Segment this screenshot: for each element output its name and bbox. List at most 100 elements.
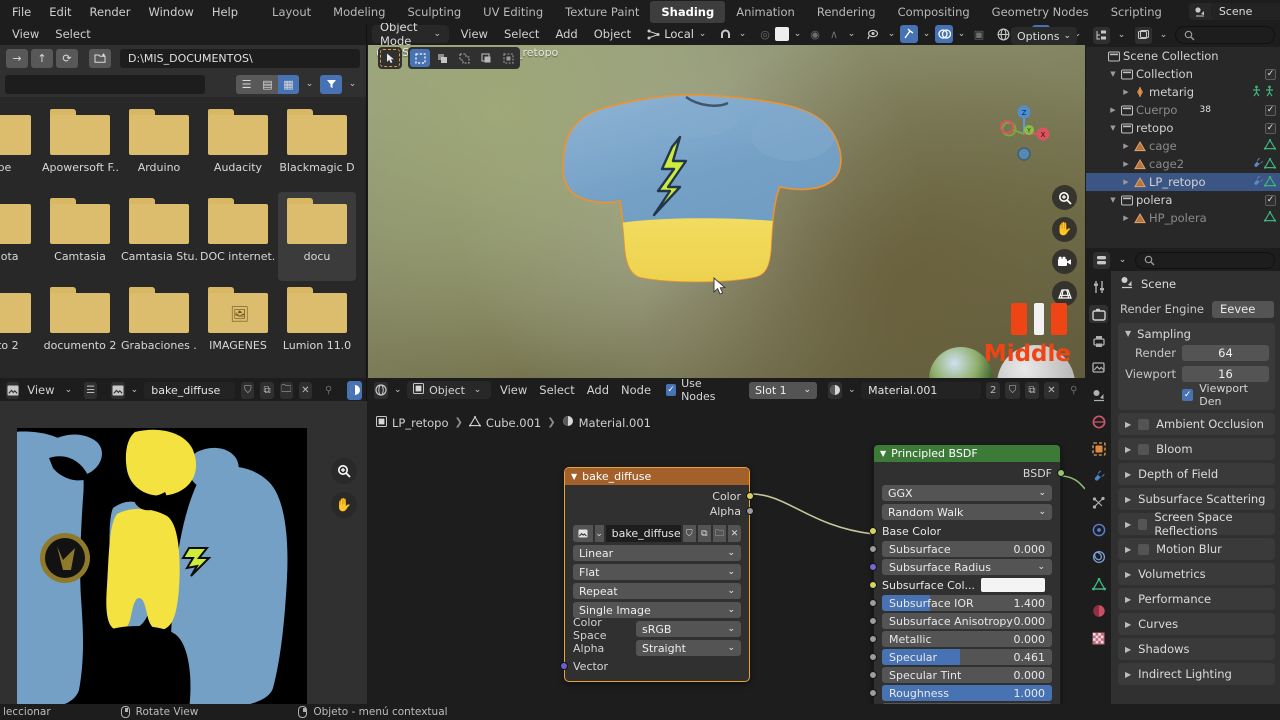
chevron-down-icon[interactable]: ⌄	[919, 25, 934, 44]
viewport-menu-add[interactable]: Add	[547, 25, 585, 43]
sweater-mesh-object[interactable]	[558, 75, 858, 290]
file-item[interactable]: ento 2	[0, 281, 40, 370]
hand-icon[interactable]: ✋	[1052, 217, 1077, 242]
chevron-down-icon[interactable]: ⌄	[594, 525, 604, 542]
display-mode-toggle[interactable]: ☰ ▤ ▦	[236, 74, 299, 94]
file-item[interactable]: Blackmagic D	[278, 103, 356, 192]
pose-icon[interactable]	[1250, 85, 1276, 100]
visibility-group[interactable]: ⌄ ⌄ ⌄ ▣	[865, 25, 988, 44]
properties-panel-shadows[interactable]: ▶ Shadows	[1118, 638, 1275, 660]
copy-icon[interactable]: ⧉	[697, 525, 711, 542]
material-slot-dropdown[interactable]: Slot 1 ⌄	[749, 381, 818, 399]
select-box-icon[interactable]	[410, 49, 430, 67]
hand-icon[interactable]: ✋	[331, 492, 357, 518]
image-texture-node-header[interactable]: ▼ bake_diffuse	[565, 468, 749, 485]
file-browser-grid-container[interactable]: obe Apowersoft F... Arduino Audacity Blackma…	[0, 97, 366, 378]
snapping-group[interactable]: ⌄	[716, 25, 750, 44]
alpha-mode-dropdown[interactable]: Straight ⌄	[636, 640, 741, 656]
bsdf-prop-subsurface-slider[interactable]: Subsurface 0.000	[882, 541, 1052, 557]
falloff-curve-icon[interactable]: ∧	[825, 25, 843, 43]
chevron-down-icon[interactable]: ⌄	[129, 381, 141, 400]
modifier-icon[interactable]	[1089, 467, 1108, 485]
app-menu-window[interactable]: Window	[139, 2, 202, 22]
chevron-down-icon[interactable]: ⌄	[790, 25, 805, 44]
properties-panel-curves[interactable]: ▶ Curves	[1118, 613, 1275, 635]
bsdf-prop-specular-tint-slider[interactable]: Specular Tint 0.000	[882, 667, 1052, 683]
file-search-input[interactable]	[5, 74, 205, 94]
pin-icon[interactable]: ⚲	[322, 382, 335, 399]
viewport-denoising-checkbox[interactable]: ✓	[1182, 389, 1194, 401]
shader-node-canvas[interactable]: LP_retopo ❯ Cube.001 ❯ Material.001 ▼ bake_d…	[368, 401, 1085, 704]
object-icon[interactable]	[1089, 440, 1108, 458]
constraint-icon[interactable]	[1089, 548, 1108, 566]
bsdf-prop-subsurface-col--color[interactable]: Subsurface Col...	[882, 577, 1052, 593]
shader-menu-add[interactable]: Add	[581, 383, 615, 397]
chevron-down-icon[interactable]: ⌄	[954, 25, 969, 44]
properties-panel-performance[interactable]: ▶ Performance	[1118, 588, 1275, 610]
socket-alpha[interactable]	[746, 507, 754, 515]
properties-editor-icon[interactable]	[1093, 251, 1110, 269]
properties-panel-motion-blur[interactable]: ▶ Motion Blur	[1118, 538, 1275, 560]
transform-orientation-group[interactable]: Local ⌄	[645, 25, 710, 44]
bsdf-prop-roughness[interactable]: Roughness 1.000	[869, 685, 1052, 701]
image-texture-image-name[interactable]: bake_diffuse	[605, 525, 681, 542]
funnel-icon[interactable]	[320, 74, 342, 94]
image-texture-output-color[interactable]: Color	[573, 489, 754, 504]
chevron-down-icon[interactable]: ▼	[1107, 196, 1119, 204]
bsdf-prop-specular[interactable]: Specular 0.461	[869, 649, 1052, 665]
file-path-input[interactable]: D:\MIS_DOCUMENTOS\	[120, 48, 360, 68]
list-icon[interactable]: ☰	[236, 75, 257, 94]
shader-editor-icon[interactable]	[374, 381, 389, 399]
render-shading-icon[interactable]	[347, 380, 363, 400]
file-item[interactable]: Arduino	[120, 103, 198, 192]
chevron-down-icon[interactable]: ⌄	[845, 381, 858, 400]
chevron-down-icon[interactable]: ⌄	[884, 25, 899, 44]
color-swatch-white[interactable]	[775, 27, 789, 41]
x-icon[interactable]: ✕	[1044, 381, 1059, 399]
bsdf-prop-roughness-slider[interactable]: Roughness 1.000	[882, 685, 1052, 701]
magnet-icon[interactable]	[716, 25, 734, 43]
socket-bsdf[interactable]	[1057, 469, 1065, 477]
output-icon[interactable]	[1089, 332, 1108, 350]
material-datablock-icon[interactable]	[828, 381, 843, 399]
new-folder-icon[interactable]	[89, 48, 111, 68]
chevron-down-icon[interactable]: ⌄	[1114, 26, 1129, 45]
file-item[interactable]: 🖼 IMAGENES	[199, 281, 277, 370]
image-editor-view-menu[interactable]: View	[23, 383, 58, 397]
chevron-down-icon[interactable]: ▼	[1107, 70, 1119, 78]
chevron-down-icon[interactable]: ⌄	[844, 25, 859, 44]
file-item[interactable]: docu	[278, 192, 356, 281]
file-browser-menu-select[interactable]: Select	[47, 25, 98, 43]
properties-panel-ambient-occlusion[interactable]: ▶ Ambient Occlusion	[1118, 413, 1275, 435]
object-mode-dropdown[interactable]: Object Mode ⌄	[372, 23, 449, 48]
mesh-data-icon[interactable]	[1263, 138, 1277, 153]
x-icon[interactable]: ✕	[298, 381, 313, 399]
use-nodes-checkbox[interactable]: ✓	[666, 384, 677, 396]
chevron-down-icon[interactable]: ⌄	[695, 25, 710, 44]
colorspace-dropdown[interactable]: sRGB ⌄	[636, 621, 741, 637]
image-editor-canvas[interactable]: ✋	[0, 401, 367, 704]
workspace-tab-rendering[interactable]: Rendering	[806, 1, 887, 23]
panel-enable-checkbox[interactable]	[1138, 418, 1150, 430]
filter-options-chevron-down-icon[interactable]: ⌄	[345, 75, 360, 94]
refresh-icon[interactable]: ⟳	[56, 48, 78, 68]
app-menu-help[interactable]: Help	[203, 2, 247, 22]
chevron-down-icon[interactable]: ▼	[1107, 124, 1119, 132]
proportional-edit-icon[interactable]: ◎	[756, 25, 774, 43]
wireframe-shading-icon[interactable]	[994, 25, 1012, 43]
workspace-tab-shading[interactable]: Shading	[650, 0, 726, 23]
viewport-samples-field[interactable]: 16	[1182, 366, 1269, 382]
workspace-tab-scripting[interactable]: Scripting	[1100, 1, 1173, 23]
interpolation-dropdown[interactable]: Linear ⌄	[573, 545, 741, 561]
properties-panel-screen-space-reflections[interactable]: ▶ Screen Space Reflections	[1118, 510, 1275, 538]
tweak-icon[interactable]	[380, 49, 400, 67]
panel-enable-checkbox[interactable]	[1138, 543, 1150, 555]
data-icon[interactable]	[1089, 575, 1108, 593]
image-texture-input-vector[interactable]: Vector	[560, 659, 741, 674]
outliner-row-cage2[interactable]: ▶ cage2	[1086, 155, 1280, 173]
workspace-tab-geometry-nodes[interactable]: Geometry Nodes	[981, 1, 1100, 23]
principled-bsdf-node-header[interactable]: ▼ Principled BSDF	[874, 445, 1060, 462]
file-item[interactable]: Apowersoft F...	[41, 103, 119, 192]
file-item[interactable]: Grabaciones ...	[120, 281, 198, 370]
baked-texture-image[interactable]	[17, 428, 307, 704]
